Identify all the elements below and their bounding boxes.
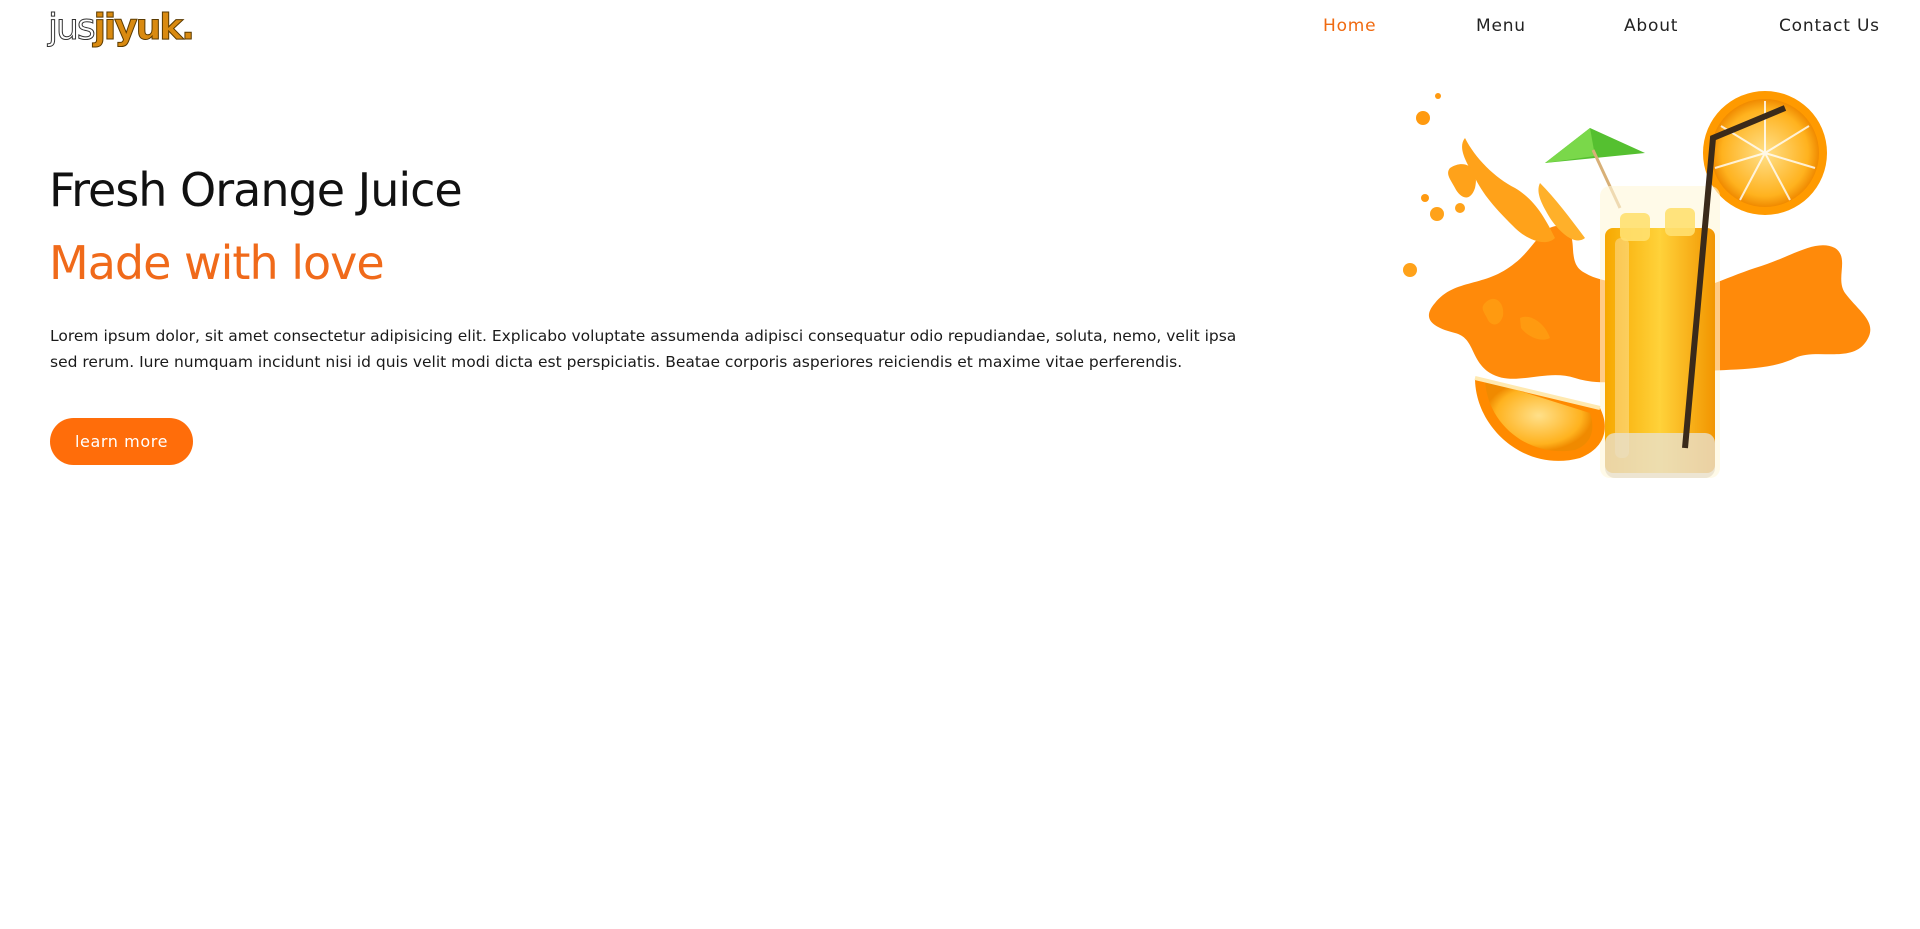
hero-title: Fresh Orange Juice <box>49 163 463 217</box>
nav-item-menu[interactable]: Menu <box>1476 16 1526 36</box>
learn-more-button[interactable]: learn more <box>50 418 193 465</box>
nav-item-about[interactable]: About <box>1624 16 1678 36</box>
nav-item-contact-us[interactable]: Contact Us <box>1779 16 1880 36</box>
page: jusjiyuk. Home Menu About Contact Us Fre… <box>0 0 1920 929</box>
hero-subtitle: Made with love <box>49 236 385 290</box>
logo-text-primary: jus <box>48 7 97 49</box>
logo-text-accent: jiyuk. <box>93 7 195 49</box>
orange-juice-glass-illustration <box>1403 91 1871 478</box>
main-nav: Home Menu About Contact Us <box>1323 16 1883 40</box>
nav-item-home[interactable]: Home <box>1323 16 1376 36</box>
hero-description: Lorem ipsum dolor, sit amet consectetur … <box>50 327 1237 371</box>
logo[interactable]: jusjiyuk. <box>48 6 196 50</box>
site-header: jusjiyuk. Home Menu About Contact Us <box>0 0 1920 60</box>
